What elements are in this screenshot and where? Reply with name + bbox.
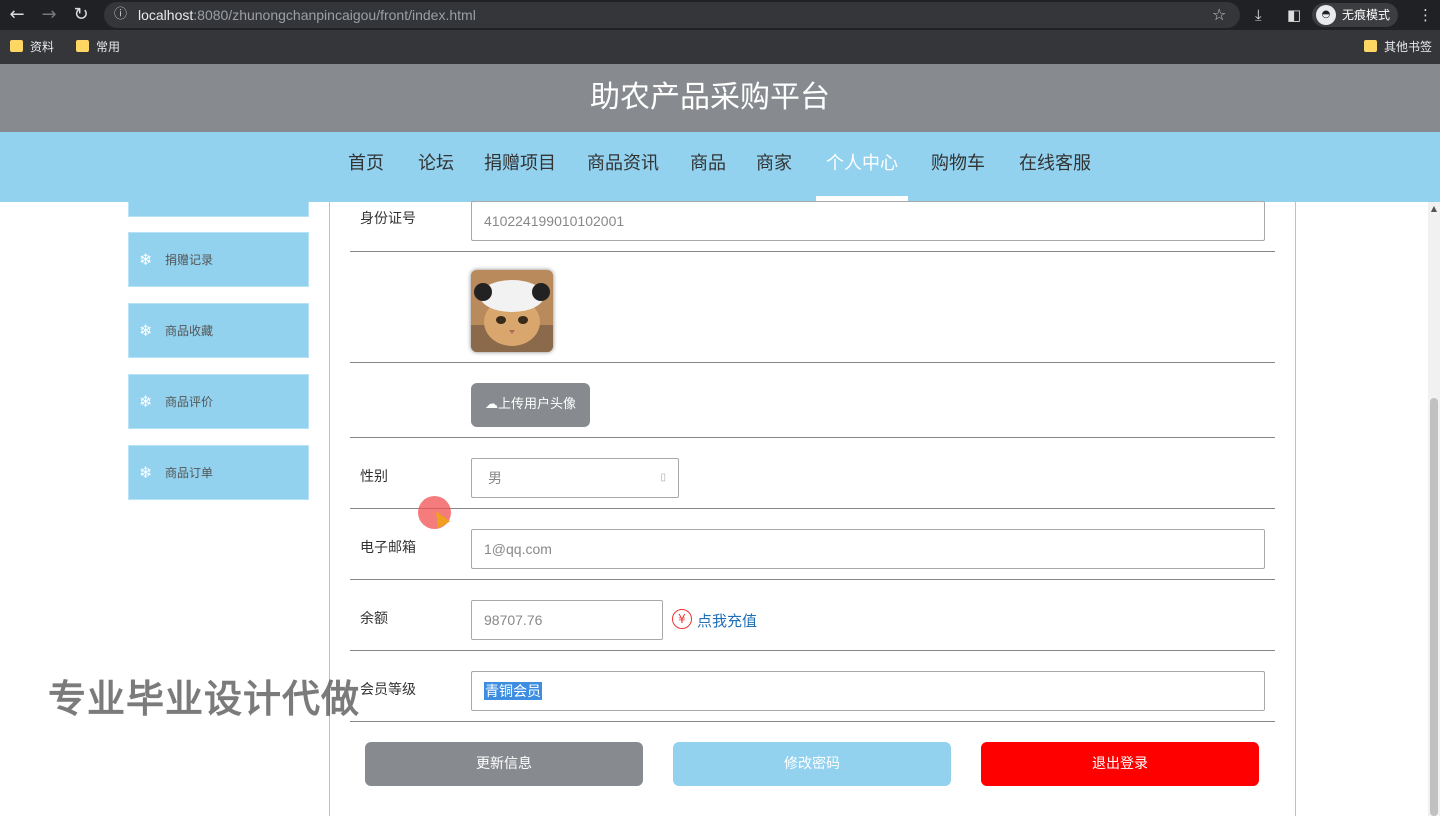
yen-icon[interactable]: ¥ [672, 609, 692, 629]
sidebar-item-reviews[interactable]: ❄ 商品评价 [128, 374, 309, 429]
sidebar-item-orders[interactable]: ❄ 商品订单 [128, 445, 309, 500]
folder-icon [10, 40, 23, 52]
nav-forum[interactable]: 论坛 [418, 132, 454, 196]
folder-icon [76, 40, 89, 52]
back-arrow-icon[interactable]: ← [2, 0, 32, 30]
email-field[interactable]: 1@qq.com [471, 529, 1265, 569]
cloud-upload-icon: ☁ [484, 397, 498, 412]
balance-field[interactable]: 98707.76 [471, 600, 663, 640]
nav-news[interactable]: 商品资讯 [587, 132, 659, 196]
reload-icon[interactable]: ↻ [66, 0, 96, 30]
logout-button[interactable]: 退出登录 [981, 742, 1259, 786]
divider [350, 437, 1275, 438]
browser-toolbar: ← → ↻ ⓘ localhost:8080/zhunongchanpincai… [0, 0, 1440, 30]
snowflake-icon: ❄ [139, 392, 153, 411]
nav-home[interactable]: 首页 [348, 132, 384, 196]
id-number-field[interactable]: 410224199010102001 [471, 201, 1265, 241]
change-password-button[interactable]: 修改密码 [673, 742, 951, 786]
incognito-icon: ◓ [1316, 5, 1336, 25]
forward-arrow-icon[interactable]: → [34, 0, 64, 30]
snowflake-icon: ❄ [139, 463, 153, 482]
sidebar-item-donation-records[interactable]: ❄ 捐赠记录 [128, 232, 309, 287]
bookmark-star-icon[interactable]: ☆ [1212, 0, 1226, 30]
gender-select[interactable]: 男 ▯ [471, 458, 679, 498]
download-icon[interactable]: ⤓ [1255, 0, 1262, 30]
divider [350, 362, 1275, 363]
nav-profile[interactable]: 个人中心 [826, 132, 898, 196]
scroll-up-arrow-icon[interactable]: ▲ [1428, 204, 1440, 213]
nav-support[interactable]: 在线客服 [1019, 132, 1091, 196]
email-label: 电子邮箱 [360, 540, 416, 556]
url-text: localhost:8080/zhunongchanpincaigou/fron… [138, 7, 476, 23]
nav-products[interactable]: 商品 [690, 132, 726, 196]
member-level-field[interactable]: 青铜会员 [471, 671, 1265, 711]
recharge-link[interactable]: 点我充值 [697, 610, 757, 631]
bookmark-folder-2[interactable]: 常用 [76, 30, 120, 64]
nav-cart[interactable]: 购物车 [931, 132, 985, 196]
divider [350, 508, 1275, 509]
update-info-button[interactable]: 更新信息 [365, 742, 643, 786]
divider [350, 251, 1275, 252]
incognito-indicator[interactable]: ◓ 无痕模式 [1312, 3, 1399, 27]
sidebar-item-favorites[interactable]: ❄ 商品收藏 [128, 303, 309, 358]
main-nav: 首页 论坛 捐赠项目 商品资讯 商品 商家 个人中心 购物车 在线客服 [0, 132, 1440, 202]
side-panel-icon[interactable]: ◧ [1287, 0, 1301, 30]
id-label: 身份证号 [360, 211, 416, 227]
divider [350, 579, 1275, 580]
divider [350, 721, 1275, 722]
chevron-down-icon: ▯ [660, 472, 666, 483]
folder-icon [1364, 40, 1377, 52]
info-icon[interactable]: ⓘ [114, 2, 127, 28]
nav-donation[interactable]: 捐赠项目 [484, 132, 556, 196]
gender-label: 性别 [360, 469, 388, 485]
bookmarks-bar: 资料 常用 其他书签 [0, 30, 1440, 64]
user-avatar [471, 270, 553, 352]
address-bar[interactable]: ⓘ localhost:8080/zhunongchanpincaigou/fr… [104, 2, 1240, 28]
scrollbar[interactable]: ▲ [1428, 202, 1440, 816]
snowflake-icon: ❄ [139, 321, 153, 340]
divider [350, 650, 1275, 651]
site-header: 助农产品采购平台 [0, 64, 1440, 132]
menu-dots-icon[interactable]: ⋮ [1418, 0, 1433, 30]
member-level-label: 会员等级 [360, 682, 416, 698]
sidebar-item-partial[interactable] [128, 202, 309, 217]
scroll-thumb[interactable] [1430, 398, 1438, 816]
watermark: 专业毕业设计代做 [48, 677, 361, 721]
site-title: 助农产品采购平台 [590, 80, 830, 115]
bookmark-folder-1[interactable]: 资料 [10, 30, 54, 64]
upload-avatar-button[interactable]: ☁上传用户头像 [471, 383, 590, 427]
nav-merchants[interactable]: 商家 [756, 132, 792, 196]
other-bookmarks[interactable]: 其他书签 [1364, 30, 1432, 64]
snowflake-icon: ❄ [139, 250, 153, 269]
balance-label: 余额 [360, 611, 388, 627]
